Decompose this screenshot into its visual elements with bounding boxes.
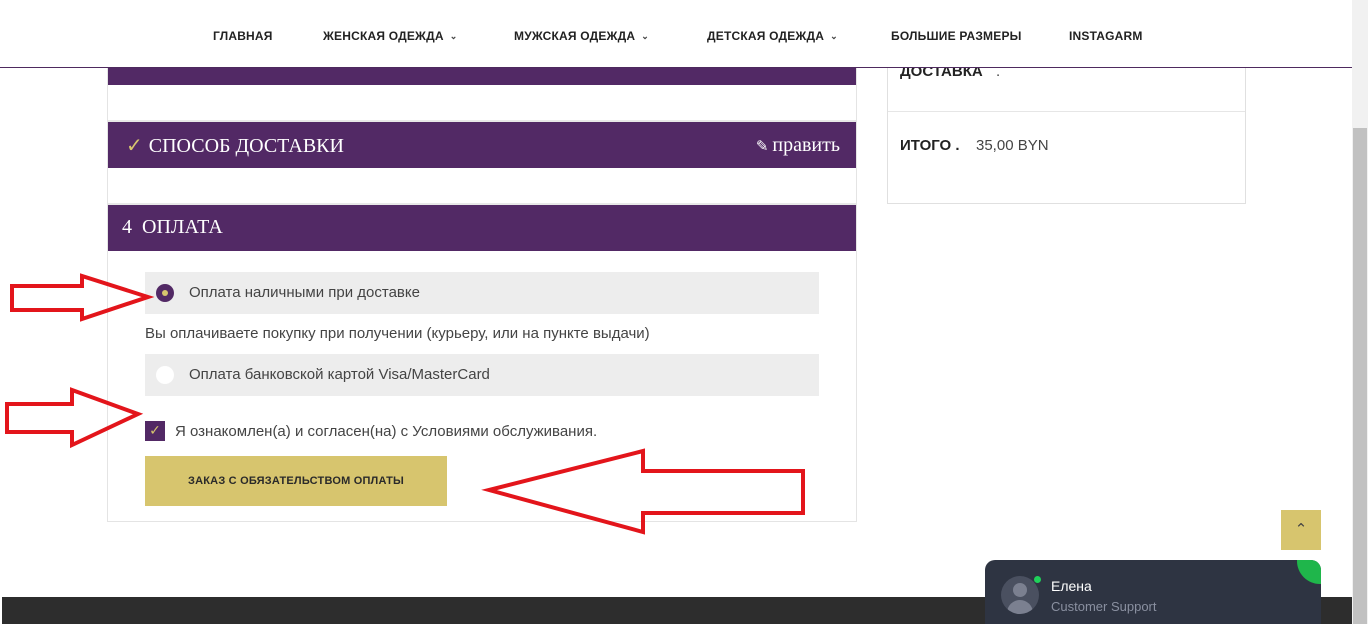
delivery-step-title: ✓ СПОСОБ ДОСТАВКИ	[126, 133, 344, 158]
chevron-down-icon: ⌄	[449, 31, 458, 41]
nav-item-plus-size[interactable]: БОЛЬШИЕ РАЗМЕРЫ	[891, 29, 1022, 43]
radio-cash[interactable]	[156, 284, 174, 302]
nav-item-label: ГЛАВНАЯ	[213, 29, 273, 43]
check-icon: ✓	[149, 423, 161, 439]
edit-label: править	[772, 134, 840, 156]
delivery-step-label: СПОСОБ ДОСТАВКИ	[148, 135, 344, 157]
cash-payment-description: Вы оплачиваете покупку при получении (ку…	[145, 325, 650, 342]
chat-status-indicator	[1297, 560, 1321, 584]
nav-item-label: БОЛЬШИЕ РАЗМЕРЫ	[891, 29, 1022, 43]
payment-option-label: Оплата банковской картой Visa/MasterCard	[189, 366, 490, 383]
nav-item-label: ДЕТСКАЯ ОДЕЖДА	[707, 29, 825, 43]
payment-step-label: ОПЛАТА	[142, 216, 223, 238]
back-to-top-button[interactable]: ⌃	[1281, 510, 1321, 550]
payment-step-bar: 4 ОПЛАТА	[108, 205, 856, 251]
chevron-up-icon: ⌃	[1294, 521, 1308, 538]
nav-item-instagram[interactable]: INSTAGARM	[1069, 29, 1143, 43]
chevron-down-icon: ⌄	[641, 31, 649, 41]
place-order-button[interactable]: ЗАКАЗ С ОБЯЗАТЕЛЬСТВОМ ОПЛАТЫ	[145, 456, 447, 506]
chat-widget[interactable]: Елена Customer Support	[985, 560, 1321, 624]
summary-total-label: ИТОГО .	[900, 137, 960, 154]
payment-option-label: Оплата наличными при доставке	[189, 284, 420, 301]
payment-option-card[interactable]: Оплата банковской картой Visa/MasterCard	[145, 354, 819, 396]
nav-item-men[interactable]: МУЖСКАЯ ОДЕЖДА ⌄	[514, 29, 649, 43]
payment-option-cash[interactable]: Оплата наличными при доставке	[145, 272, 819, 314]
summary-divider	[888, 111, 1245, 112]
nav-item-women[interactable]: ЖЕНСКАЯ ОДЕЖДА ⌄	[323, 29, 457, 43]
online-status-dot	[1034, 576, 1041, 583]
pencil-icon: ✎	[755, 137, 769, 155]
terms-checkbox[interactable]: ✓	[145, 421, 165, 441]
top-navigation: ГЛАВНАЯ ЖЕНСКАЯ ОДЕЖДА ⌄ МУЖСКАЯ ОДЕЖДА ⌄ …	[0, 0, 1352, 68]
order-summary	[887, 60, 1246, 204]
edit-delivery-link[interactable]: ✎ править	[756, 134, 840, 157]
chat-agent-role: Customer Support	[1051, 599, 1157, 614]
nav-item-label: INSTAGARM	[1069, 29, 1143, 43]
chevron-down-icon: ⌄	[830, 31, 838, 41]
step-number: 4	[122, 216, 132, 238]
radio-card[interactable]	[156, 366, 174, 384]
scrollbar-thumb[interactable]	[1353, 128, 1367, 624]
avatar	[1001, 576, 1039, 614]
summary-total-value: 35,00 BYN	[976, 137, 1049, 154]
nav-item-label: ЖЕНСКАЯ ОДЕЖДА	[323, 29, 444, 43]
nav-item-home[interactable]: ГЛАВНАЯ	[213, 29, 273, 43]
chat-agent-name: Елена	[1051, 578, 1092, 594]
check-icon: ✓	[126, 133, 143, 157]
nav-item-label: МУЖСКАЯ ОДЕЖДА	[514, 29, 636, 43]
payment-step-title: 4 ОПЛАТА	[122, 216, 223, 239]
avatar-head	[1013, 583, 1027, 597]
nav-item-kids[interactable]: ДЕТСКАЯ ОДЕЖДА ⌄	[707, 29, 838, 43]
avatar-body	[1007, 600, 1033, 614]
delivery-step-bar: ✓ СПОСОБ ДОСТАВКИ ✎ править	[108, 122, 856, 168]
terms-label[interactable]: Я ознакомлен(а) и согласен(на) с Условия…	[175, 423, 597, 440]
